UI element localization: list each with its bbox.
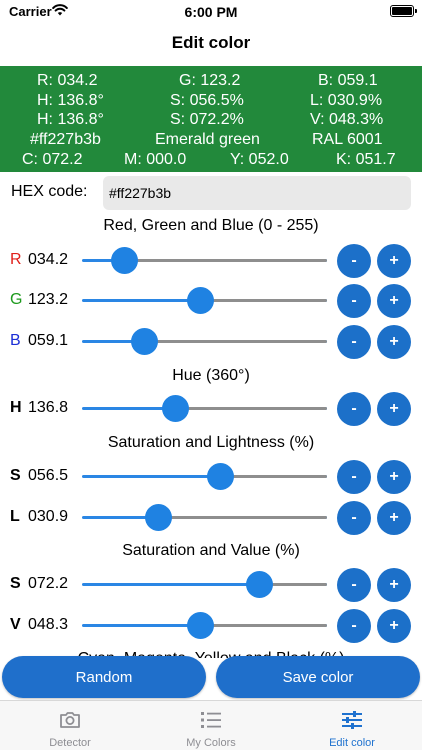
slider-value: 072.2 (28, 575, 69, 592)
tab-label: My Colors (186, 737, 236, 749)
increment-button[interactable]: + (377, 284, 411, 318)
sliders-icon (342, 711, 362, 729)
slider-thumb[interactable] (187, 612, 215, 639)
decrement-button[interactable]: - (337, 325, 371, 359)
list-icon (201, 712, 221, 728)
slider-letter: G (10, 291, 23, 308)
increment-button[interactable]: + (377, 568, 411, 602)
slider-letter: S (10, 467, 21, 484)
increment-button[interactable]: + (377, 392, 411, 426)
color-name: Emerald green (155, 131, 260, 148)
slider-row-g: G 123.2 - + (0, 284, 422, 318)
slider-row-r: R 034.2 - + (0, 244, 422, 278)
slider-row-b: B 059.1 - + (0, 325, 422, 359)
sl-section-title: Saturation and Lightness (%) (107, 434, 315, 451)
slider-track[interactable] (82, 612, 327, 639)
slider-letter: S (10, 575, 21, 592)
decrement-button[interactable]: - (337, 568, 371, 602)
tab-detector[interactable]: Detector (0, 701, 140, 750)
saturation-hsl-readout: S: 056.5% (170, 92, 244, 109)
blue-readout: B: 059.1 (318, 72, 378, 89)
slider-track[interactable] (82, 395, 327, 422)
save-color-button[interactable]: Save color (216, 656, 420, 698)
slider-row-s1: S 056.5 - + (0, 460, 422, 494)
hue-section-title: Hue (360°) (172, 367, 250, 384)
slider-value: 056.5 (28, 467, 69, 484)
slider-letter: B (10, 332, 21, 349)
slider-value: 048.3 (28, 616, 69, 633)
slider-thumb[interactable] (111, 247, 139, 274)
slider-row-h: H 136.8 - + (0, 392, 422, 426)
slider-track[interactable] (82, 328, 327, 355)
slider-thumb[interactable] (187, 287, 215, 314)
saturation-hsv-readout: S: 072.2% (170, 111, 244, 128)
cyan-readout: C: 072.2 (22, 151, 83, 168)
slider-value: 059.1 (28, 332, 69, 349)
ral-readout: RAL 6001 (312, 131, 383, 148)
increment-button[interactable]: + (377, 609, 411, 643)
increment-button[interactable]: + (377, 244, 411, 278)
clock: 6:00 PM (184, 4, 238, 20)
slider-track[interactable] (82, 287, 327, 314)
slider-row-v: V 048.3 - + (0, 609, 422, 643)
tab-label: Edit color (329, 737, 375, 749)
page-title: Edit color (171, 33, 251, 52)
decrement-button[interactable]: - (337, 460, 371, 494)
green-readout: G: 123.2 (179, 72, 241, 89)
decrement-button[interactable]: - (337, 609, 371, 643)
magenta-readout: M: 000.0 (124, 151, 187, 168)
red-readout: R: 034.2 (37, 72, 98, 89)
slider-thumb[interactable] (130, 328, 158, 355)
slider-letter: L (10, 508, 20, 525)
slider-track[interactable] (82, 571, 327, 598)
slider-track[interactable] (82, 247, 327, 274)
hue-readout: H: 136.8° (37, 92, 104, 109)
slider-value: 123.2 (28, 291, 69, 308)
decrement-button[interactable]: - (337, 392, 371, 426)
color-info-panel: R: 034.2 G: 123.2 B: 059.1 H: 136.8° S: … (0, 66, 422, 172)
tab-edit-color[interactable]: Edit color (282, 701, 422, 750)
lightness-readout: L: 030.9% (310, 92, 383, 109)
increment-button[interactable]: + (377, 501, 411, 535)
yellow-readout: Y: 052.0 (230, 151, 289, 168)
hue-hsv-readout: H: 136.8° (37, 111, 104, 128)
camera-icon (60, 712, 80, 728)
slider-letter: V (10, 616, 21, 633)
sv-section-title: Saturation and Value (%) (122, 542, 300, 559)
value-readout: V: 048.3% (310, 111, 384, 128)
decrement-button[interactable]: - (337, 244, 371, 278)
slider-value: 034.2 (28, 251, 69, 268)
slider-thumb[interactable] (144, 504, 172, 531)
slider-letter: H (10, 399, 22, 416)
slider-thumb[interactable] (245, 571, 273, 598)
battery-icon (390, 5, 417, 17)
status-bar: Carrier 6:00 PM (0, 0, 422, 24)
hex-code-row: HEX code: (0, 176, 422, 210)
hex-readout: #ff227b3b (30, 131, 101, 148)
decrement-button[interactable]: - (337, 284, 371, 318)
slider-thumb[interactable] (207, 463, 235, 490)
slider-row-l: L 030.9 - + (0, 501, 422, 535)
tab-my-colors[interactable]: My Colors (141, 701, 281, 750)
rgb-section-title: Red, Green and Blue (0 - 255) (103, 217, 319, 234)
tab-label: Detector (49, 737, 91, 749)
increment-button[interactable]: + (377, 460, 411, 494)
hex-code-label: HEX code: (11, 183, 88, 200)
slider-row-s2: S 072.2 - + (0, 568, 422, 602)
slider-track[interactable] (82, 463, 327, 490)
tab-bar: Detector My Colors Edit color (0, 700, 422, 750)
slider-track[interactable] (82, 504, 327, 531)
hex-code-input[interactable] (103, 176, 411, 210)
slider-thumb[interactable] (162, 395, 190, 422)
increment-button[interactable]: + (377, 325, 411, 359)
slider-value: 136.8 (28, 399, 69, 416)
random-button[interactable]: Random (2, 656, 206, 698)
black-readout: K: 051.7 (336, 151, 396, 168)
decrement-button[interactable]: - (337, 501, 371, 535)
slider-value: 030.9 (28, 508, 69, 525)
slider-letter: R (10, 251, 22, 268)
